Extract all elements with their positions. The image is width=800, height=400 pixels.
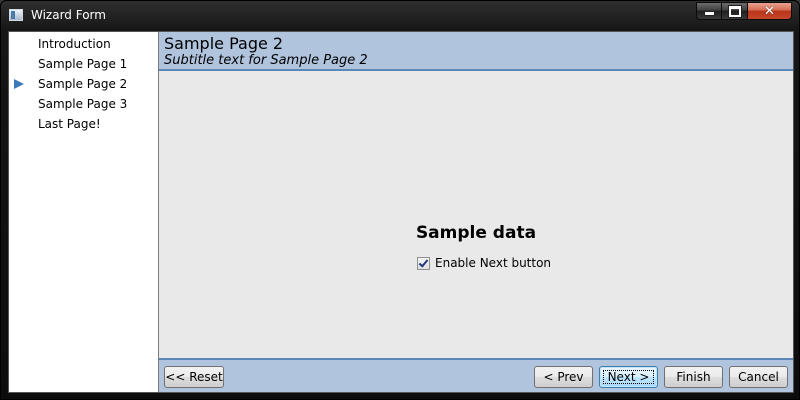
sidebar-item-label: Sample Page 2 — [38, 77, 128, 91]
title-bar[interactable]: Wizard Form ✕ — [1, 1, 799, 31]
cancel-button[interactable]: Cancel — [729, 366, 788, 388]
prev-button[interactable]: < Prev — [534, 366, 593, 388]
sidebar-item-introduction[interactable]: Introduction — [9, 34, 157, 54]
app-window-icon — [9, 9, 23, 21]
close-icon: ✕ — [764, 3, 775, 19]
page-content: Sample data Enable Next button — [159, 71, 793, 358]
sidebar-item-sample-page-1[interactable]: Sample Page 1 — [9, 54, 157, 74]
window-title: Wizard Form — [31, 8, 106, 22]
page-subtitle: Subtitle text for Sample Page 2 — [164, 53, 368, 68]
minimize-icon — [703, 11, 715, 16]
next-button[interactable]: Next > — [599, 366, 658, 388]
enable-next-checkbox-label: Enable Next button — [435, 256, 552, 270]
focus-rectangle — [603, 370, 654, 384]
finish-button[interactable]: Finish — [664, 366, 723, 388]
enable-next-checkbox-row[interactable]: Enable Next button — [417, 255, 551, 271]
content-heading: Sample data — [415, 223, 537, 243]
client-area: Introduction Sample Page 1 Sample Page 2… — [8, 31, 794, 393]
wizard-footer: << Reset < Prev Next > Finish Cancel — [159, 358, 793, 392]
wizard-window: Wizard Form ✕ Introduction Sample Page 1… — [0, 0, 800, 400]
current-step-arrow-icon — [14, 79, 24, 89]
page-header: Sample Page 2 Subtitle text for Sample P… — [159, 32, 793, 71]
enable-next-checkbox[interactable] — [417, 256, 430, 270]
close-button[interactable]: ✕ — [748, 2, 792, 20]
page-title: Sample Page 2 — [164, 34, 284, 53]
minimize-button[interactable] — [696, 2, 722, 20]
sidebar-item-label: Introduction — [38, 37, 111, 51]
sidebar-item-label: Sample Page 1 — [38, 57, 128, 71]
sidebar-item-label: Sample Page 3 — [38, 97, 128, 111]
reset-button[interactable]: << Reset — [164, 366, 224, 388]
caption-buttons: ✕ — [696, 2, 792, 21]
maximize-button[interactable] — [722, 2, 748, 20]
sidebar-item-last-page[interactable]: Last Page! — [9, 114, 157, 134]
sidebar-item-sample-page-3[interactable]: Sample Page 3 — [9, 94, 157, 114]
sidebar-item-sample-page-2[interactable]: Sample Page 2 — [9, 74, 157, 94]
wizard-steps-sidebar: Introduction Sample Page 1 Sample Page 2… — [9, 32, 159, 392]
maximize-icon — [728, 5, 741, 17]
sidebar-item-label: Last Page! — [38, 117, 101, 131]
